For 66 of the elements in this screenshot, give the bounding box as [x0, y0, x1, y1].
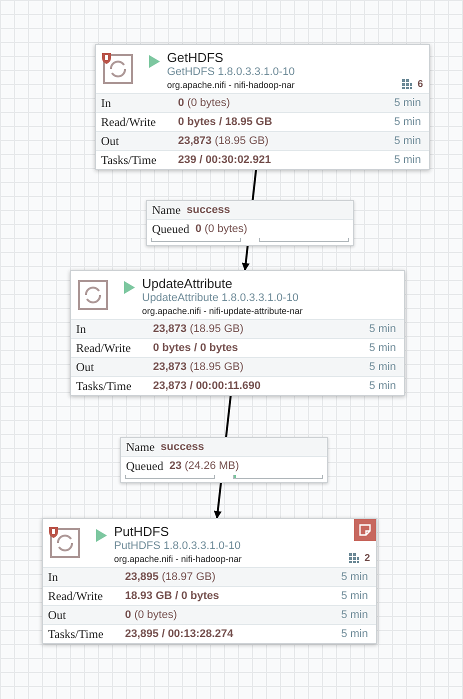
- stat-value: 23,895 (18.97 GB): [125, 571, 217, 583]
- connection-label[interactable]: Name success Queued 23 (24.26 MB): [120, 437, 328, 483]
- stat-period: 5 min: [369, 380, 396, 392]
- processor-name: GetHDFS: [167, 50, 224, 66]
- processor-icon: [77, 279, 109, 311]
- processor-type: UpdateAttribute 1.8.0.3.3.1.0-10: [142, 292, 300, 305]
- queued-label: Queued: [126, 458, 164, 474]
- stat-label: Tasks/Time: [101, 152, 158, 168]
- stat-period: 5 min: [341, 571, 368, 583]
- thread-count: 6: [417, 78, 423, 90]
- threads-icon: [348, 552, 360, 564]
- connection-name: success: [160, 441, 204, 453]
- connection-name: success: [186, 204, 230, 216]
- name-label: Name: [152, 202, 181, 218]
- stat-value: 0 (0 bytes): [125, 609, 178, 621]
- stat-label: In: [76, 322, 87, 336]
- stat-label: Out: [76, 360, 95, 374]
- stat-value: 23,873 (18.95 GB): [178, 135, 270, 147]
- thread-count: 2: [364, 552, 370, 564]
- stat-label: Read/Write: [101, 114, 157, 130]
- stat-value: 23,873 / 00:00:11.690: [153, 380, 262, 392]
- bulletin-icon[interactable]: [354, 519, 376, 541]
- processor-card[interactable]: GetHDFS GetHDFS 1.8.0.3.3.1.0-10 org.apache.nifi - nifi-hadoop-nar 6 In 0 (0 bytes) 5 min Read/Write 0 bytes / 18.95 GB 5 min Out 23,873 (18.95 GB) 5 min Tasks/Time 239 / 00:30:02.921 5 min: [95, 44, 430, 170]
- processor-type: GetHDFS 1.8.0.3.3.1.0-10: [167, 66, 295, 79]
- stat-label: Out: [48, 608, 67, 622]
- threads-icon: [401, 78, 414, 90]
- processor-name: UpdateAttribute: [142, 276, 234, 292]
- stat-label: Tasks/Time: [76, 378, 132, 394]
- stat-label: In: [101, 96, 112, 110]
- stat-value: 239 / 00:30:02.921: [178, 154, 272, 166]
- stat-period: 5 min: [369, 361, 396, 373]
- stat-label: Read/Write: [76, 340, 132, 356]
- name-label: Name: [126, 440, 155, 454]
- processor-icon: [49, 527, 81, 559]
- stat-label: In: [48, 570, 59, 584]
- queued-label: Queued: [152, 222, 190, 236]
- processor-card[interactable]: PutHDFS PutHDFS 1.8.0.3.3.1.0-10 org.apache.nifi - nifi-hadoop-nar 2 In 23,895 (18.97 GB) 5 min Read/Write 18.93 GB / 0 bytes 5 min Out 0 (0 bytes) 5 min Tasks/Time 23,895 / 00:13:28.274 5 min: [42, 518, 377, 644]
- stat-label: Out: [101, 134, 120, 148]
- stat-value: 23,873 (18.95 GB): [153, 361, 245, 373]
- stat-period: 5 min: [394, 97, 421, 109]
- stat-value: 23,895 / 00:13:28.274: [125, 628, 234, 640]
- stat-value: 0 (0 bytes): [178, 97, 231, 109]
- stat-period: 5 min: [394, 154, 421, 166]
- queued-value: 23 (24.26 MB): [169, 460, 240, 472]
- processor-icon: [102, 53, 134, 85]
- stat-period: 5 min: [394, 135, 421, 147]
- stat-period: 5 min: [369, 342, 396, 354]
- stat-label: Tasks/Time: [48, 626, 104, 642]
- processor-bundle: org.apache.nifi - nifi-hadoop-nar: [167, 79, 295, 92]
- stat-period: 5 min: [341, 590, 368, 602]
- stat-label: Read/Write: [48, 588, 104, 604]
- stat-value: 23,873 (18.95 GB): [153, 323, 245, 335]
- processor-bundle: org.apache.nifi - nifi-update-attribute-nar: [142, 305, 303, 318]
- stat-period: 5 min: [341, 609, 368, 621]
- stat-value: 18.93 GB / 0 bytes: [125, 590, 220, 602]
- stat-period: 5 min: [341, 628, 368, 640]
- processor-bundle: org.apache.nifi - nifi-hadoop-nar: [114, 553, 242, 566]
- processor-type: PutHDFS 1.8.0.3.3.1.0-10: [114, 540, 242, 553]
- processor-card[interactable]: [70, 270, 405, 396]
- processor-name: PutHDFS: [114, 524, 170, 540]
- stat-period: 5 min: [369, 323, 396, 335]
- stat-period: 5 min: [394, 116, 421, 128]
- queued-value: 0 (0 bytes): [195, 223, 248, 235]
- connection-label[interactable]: Name success Queued 0 (0 bytes): [146, 200, 354, 246]
- stat-value: 0 bytes / 0 bytes: [153, 342, 239, 354]
- stat-value: 0 bytes / 18.95 GB: [178, 116, 274, 128]
